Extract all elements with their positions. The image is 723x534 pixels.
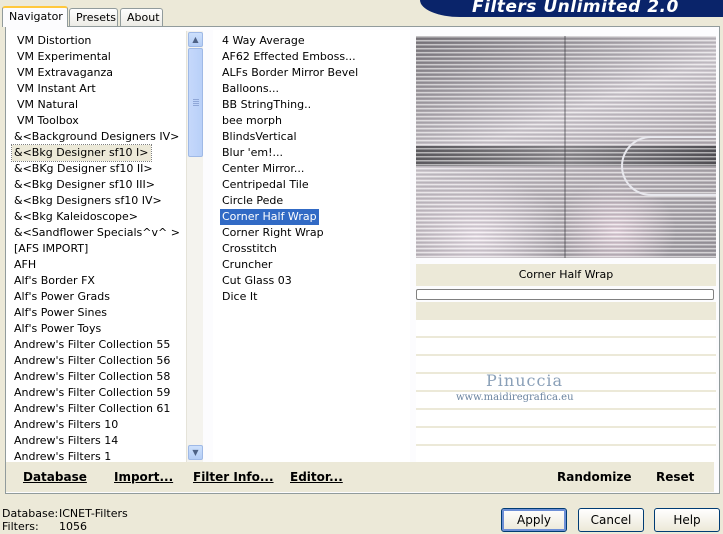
watermark-name: Pinuccia bbox=[486, 371, 564, 390]
filter-item[interactable]: BlindsVertical bbox=[220, 129, 299, 145]
filter-item[interactable]: ALFs Border Mirror Bevel bbox=[220, 65, 360, 81]
category-item[interactable]: Alf's Border FX bbox=[12, 273, 97, 289]
category-item[interactable]: &<Bkg Designer sf10 I> bbox=[11, 144, 152, 162]
help-button[interactable]: Help bbox=[654, 508, 720, 532]
status-filters: Filters: 1056 bbox=[2, 520, 87, 533]
tab-navigator[interactable]: Navigator bbox=[2, 6, 68, 27]
category-item[interactable]: &<Bkg Designers sf10 IV> bbox=[12, 193, 164, 209]
filter-item[interactable]: Balloons... bbox=[220, 81, 281, 97]
category-item[interactable]: VM Natural bbox=[15, 97, 80, 113]
chevron-up-icon: ▲ bbox=[192, 35, 199, 44]
cancel-button[interactable]: Cancel bbox=[578, 508, 644, 532]
filter-item[interactable]: Cut Glass 03 bbox=[220, 273, 294, 289]
filter-item[interactable]: BB StringThing.. bbox=[220, 97, 313, 113]
preview-filter-name: Corner Half Wrap bbox=[416, 264, 716, 286]
category-item[interactable]: Alf's Power Grads bbox=[12, 289, 112, 305]
tab-about[interactable]: About bbox=[120, 8, 163, 26]
category-item[interactable]: Andrew's Filters 1 bbox=[12, 449, 113, 462]
preview-image bbox=[416, 36, 716, 258]
database-name: ICNET-Filters bbox=[59, 507, 128, 520]
tab-presets[interactable]: Presets bbox=[69, 8, 118, 26]
category-item[interactable]: &<Sandflower Specials^v^ > bbox=[12, 225, 182, 241]
category-item[interactable]: VM Extravaganza bbox=[15, 65, 115, 81]
category-item[interactable]: Andrew's Filter Collection 55 bbox=[12, 337, 172, 353]
category-item[interactable]: Andrew's Filters 14 bbox=[12, 433, 120, 449]
filter-item[interactable]: 4 Way Average bbox=[220, 33, 307, 49]
filter-item[interactable]: Centripedal Tile bbox=[220, 177, 311, 193]
category-item[interactable]: AFH bbox=[12, 257, 38, 273]
filter-count: 1056 bbox=[59, 520, 87, 533]
category-item[interactable]: Andrew's Filter Collection 61 bbox=[12, 401, 172, 417]
filter-item[interactable]: Crosstitch bbox=[220, 241, 279, 257]
chevron-down-icon: ▼ bbox=[192, 448, 199, 457]
category-item[interactable]: &<Background Designers IV> bbox=[12, 129, 181, 145]
category-item[interactable]: VM Distortion bbox=[15, 33, 93, 49]
database-button[interactable]: Database bbox=[23, 462, 87, 492]
category-item[interactable]: Andrew's Filters 10 bbox=[12, 417, 120, 433]
category-item[interactable]: &<BKg Designer sf10 II> bbox=[12, 161, 155, 177]
category-item[interactable]: Alf's Power Sines bbox=[12, 305, 109, 321]
filter-item[interactable]: Center Mirror... bbox=[220, 161, 306, 177]
app-title: Filters Unlimited 2.0 bbox=[472, 0, 679, 17]
category-item[interactable]: VM Instant Art bbox=[15, 81, 98, 97]
scroll-up-button[interactable]: ▲ bbox=[188, 32, 203, 47]
editor-button[interactable]: Editor... bbox=[290, 462, 343, 492]
category-item[interactable]: Andrew's Filter Collection 58 bbox=[12, 369, 172, 385]
category-item[interactable]: &<Bkg Designer sf10 III> bbox=[12, 177, 157, 193]
category-item[interactable]: [AFS IMPORT] bbox=[12, 241, 90, 257]
category-item[interactable]: Andrew's Filter Collection 59 bbox=[12, 385, 172, 401]
filter-item[interactable]: Corner Half Wrap bbox=[219, 208, 320, 226]
reset-button[interactable]: Reset bbox=[656, 462, 694, 492]
category-item[interactable]: VM Experimental bbox=[15, 49, 113, 65]
status-database: Database: ICNET-Filters bbox=[2, 507, 128, 520]
filter-item[interactable]: Cruncher bbox=[220, 257, 274, 273]
title-banner: Filters Unlimited 2.0 bbox=[420, 0, 723, 17]
category-item[interactable]: Alf's Power Toys bbox=[12, 321, 103, 337]
category-scrollbar[interactable]: ▲ ▼ bbox=[186, 31, 203, 462]
import-button[interactable]: Import... bbox=[114, 462, 173, 492]
category-item[interactable]: Andrew's Filter Collection 56 bbox=[12, 353, 172, 369]
filter-item[interactable]: Blur 'em!... bbox=[220, 145, 285, 161]
scroll-down-button[interactable]: ▼ bbox=[188, 445, 203, 460]
filter-list[interactable]: 4 Way Average AF62 Effected Emboss... ALFs… bbox=[213, 30, 410, 462]
category-list[interactable]: VM Distortion VM Experimental VM Extravaga… bbox=[6, 30, 186, 462]
apply-button[interactable]: Apply bbox=[501, 508, 567, 532]
filter-item[interactable]: Corner Right Wrap bbox=[220, 225, 326, 241]
parameter-area bbox=[416, 302, 716, 462]
filter-item[interactable]: Circle Pede bbox=[220, 193, 285, 209]
category-item[interactable]: VM Toolbox bbox=[15, 113, 81, 129]
navigator-toolbar: Database Import... Filter Info... Editor… bbox=[6, 462, 714, 492]
watermark-url: www.maidiregrafica.eu bbox=[456, 392, 574, 403]
filter-item[interactable]: Dice It bbox=[220, 289, 259, 305]
randomize-button[interactable]: Randomize bbox=[557, 462, 631, 492]
progress-bar bbox=[416, 289, 714, 300]
filter-item[interactable]: bee morph bbox=[220, 113, 284, 129]
scroll-thumb[interactable] bbox=[188, 48, 203, 157]
filter-item[interactable]: AF62 Effected Emboss... bbox=[220, 49, 358, 65]
category-item[interactable]: &<Bkg Kaleidoscope> bbox=[12, 209, 140, 225]
filter-info-button[interactable]: Filter Info... bbox=[193, 462, 274, 492]
